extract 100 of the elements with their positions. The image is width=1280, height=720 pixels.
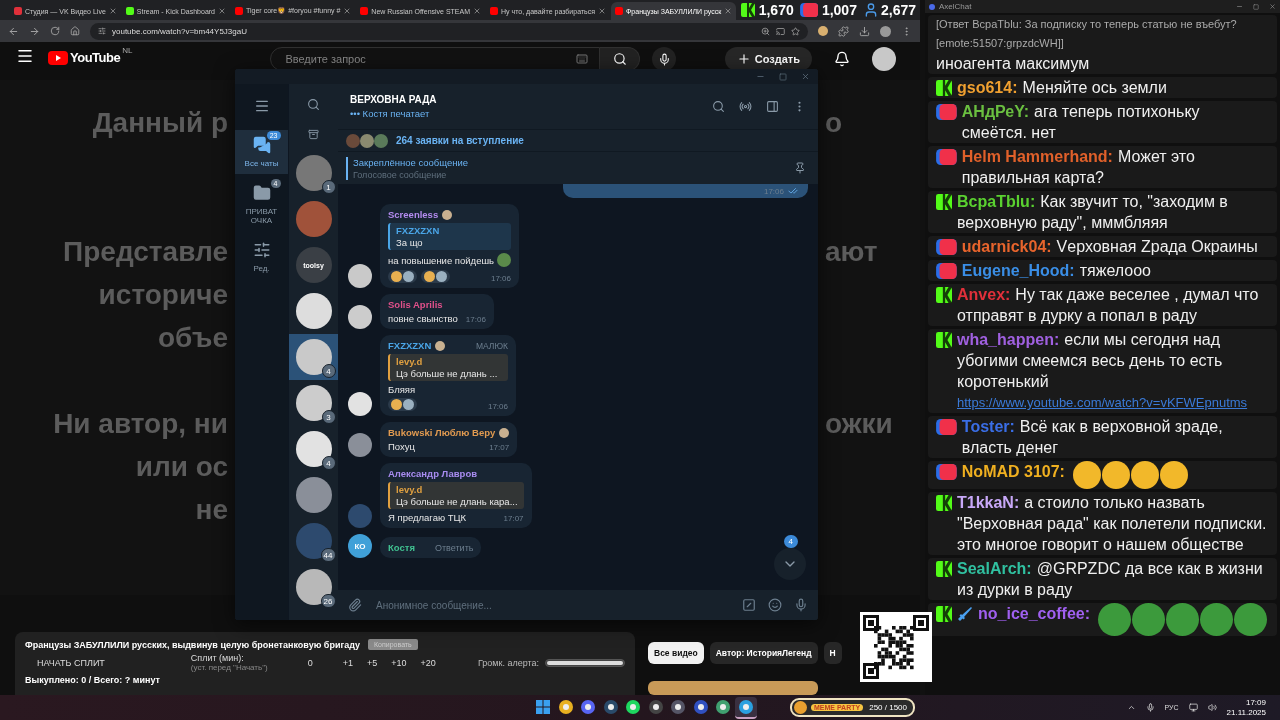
home-icon[interactable] (70, 26, 80, 36)
platform-logo-icon (740, 3, 755, 17)
unread-badge: 26 (320, 594, 336, 608)
download-icon[interactable] (859, 25, 870, 37)
filter-chip[interactable]: Автор: ИсторияЛегенд (709, 642, 818, 664)
site-settings-icon[interactable] (98, 27, 106, 35)
reaction-emoji-icon (391, 399, 402, 410)
close-icon[interactable] (473, 7, 482, 15)
reply-author: levy.d (396, 484, 424, 495)
menu-icon[interactable] (16, 47, 34, 65)
microphone-button[interactable] (652, 47, 677, 71)
attach-icon[interactable] (348, 598, 362, 612)
windows-icon (536, 699, 550, 714)
platform-logo-icon (936, 494, 952, 511)
pin-icon[interactable] (794, 162, 806, 174)
zoom-icon[interactable] (761, 26, 770, 36)
sender-name: Screenless (388, 209, 439, 220)
avatar-placeholder[interactable] (872, 47, 896, 71)
broadcast-icon[interactable] (739, 100, 752, 113)
chat-list-item[interactable]: 3 (288, 380, 339, 426)
live-badge-icon (936, 148, 957, 165)
cast-icon[interactable] (776, 26, 785, 36)
filter-chip[interactable]: Все видео (648, 642, 704, 664)
chat-title: ВЕРХОВНА РАДА (350, 94, 438, 105)
chat-list-item[interactable]: 1 (288, 150, 339, 196)
commands-icon[interactable] (742, 598, 756, 612)
chat-list-item[interactable]: 4 (288, 426, 339, 472)
chevron-up-icon[interactable] (1126, 703, 1136, 712)
side-panel-icon[interactable] (766, 100, 779, 113)
live-badge-icon (936, 262, 957, 279)
play-logo-icon[interactable] (48, 50, 68, 65)
taskbar-app-button[interactable] (734, 696, 757, 719)
reply-action[interactable]: Ответить (418, 542, 474, 553)
archive-icon[interactable] (308, 129, 319, 140)
chat-bubbles-icon (252, 136, 271, 154)
microphone-icon[interactable] (794, 598, 808, 612)
video-title: Французы ЗАБУЛЛИЛИ русских, выдвинув целую бронетанковую бригаду (25, 639, 361, 650)
platform-logo-icon (936, 193, 952, 210)
summary-text: Выкуплено: 0 / Всего: ? минут (25, 675, 161, 685)
clock-date[interactable]: 21.11.2025 (1226, 707, 1266, 718)
monitor-icon[interactable] (1188, 703, 1198, 712)
caption-text: Ни автор, ни (53, 407, 228, 441)
search-field[interactable]: Введите запрос (270, 47, 601, 71)
back-icon[interactable] (8, 25, 19, 37)
region-label: NL (122, 46, 133, 55)
message-time: 17:06 (487, 402, 508, 411)
folder-tab[interactable]: Ред. (235, 235, 288, 279)
profile-avatar[interactable] (880, 25, 891, 37)
menu-icon[interactable] (253, 98, 270, 114)
scroll-down-button[interactable] (774, 548, 806, 580)
minimize-icon[interactable] (1236, 3, 1243, 10)
step-button[interactable]: +20 (416, 655, 440, 670)
chat-list-item[interactable]: 44 (288, 518, 339, 564)
message-link[interactable]: https://www.youtube.com/watch?v=vKFWEpnutms (957, 392, 1248, 413)
close-icon[interactable] (218, 7, 226, 15)
chat-list-item[interactable]: 4 (288, 334, 339, 380)
join-requests-bar[interactable]: 264 заявки на вступление (338, 129, 818, 151)
close-icon[interactable] (343, 7, 352, 15)
microphone-icon[interactable] (1145, 703, 1155, 712)
address-field[interactable]: youtube.com/watch?v=bm44Y5J3gaU (90, 22, 808, 40)
clock-time[interactable]: 17:09 (1245, 697, 1266, 708)
close-icon[interactable] (724, 7, 733, 15)
message-text: иноагента максимум (936, 54, 1091, 74)
start-split-button[interactable]: НАЧАТЬ СПЛИТ (33, 655, 109, 670)
filter-chip[interactable]: Н (823, 642, 842, 664)
reaction-chip[interactable] (388, 270, 417, 283)
chat-list-item[interactable]: 26 (288, 564, 339, 610)
reload-icon[interactable] (50, 26, 60, 36)
app-icon (558, 699, 573, 714)
search-icon[interactable] (712, 100, 725, 113)
close-icon[interactable] (108, 7, 117, 15)
reply-text: Цэ больше не длань кара... (396, 496, 518, 507)
extensions-icon[interactable] (838, 25, 849, 37)
emoji-icon[interactable] (768, 598, 782, 612)
step-button[interactable]: +1 (338, 655, 357, 670)
step-button[interactable]: +5 (363, 655, 382, 670)
reaction-chip[interactable] (421, 270, 450, 283)
sender-name: Костя (388, 542, 415, 553)
extension-icon[interactable] (818, 26, 828, 36)
message-field[interactable]: Анонимное сообщение... (374, 598, 730, 612)
close-icon[interactable] (598, 7, 607, 15)
close-icon[interactable] (801, 72, 810, 81)
notifications-icon[interactable] (834, 51, 850, 67)
search-icon (612, 52, 627, 66)
search-button[interactable] (600, 47, 641, 71)
bookmark-star-icon[interactable] (791, 26, 800, 36)
reaction-chip[interactable] (388, 398, 417, 411)
message-text: Похуц (388, 441, 415, 452)
viewer-count: 1,007 (821, 2, 857, 18)
folder-icon (252, 184, 271, 202)
avatar-placeholder (348, 305, 372, 329)
create-button[interactable]: Создать (724, 47, 812, 71)
close-icon[interactable] (1269, 3, 1276, 10)
caption-text: Представле (63, 235, 228, 269)
logo-text[interactable]: YouTube (70, 50, 121, 65)
split-value: 0 (307, 657, 313, 668)
step-button[interactable]: +10 (387, 655, 411, 670)
forward-icon[interactable] (29, 25, 40, 37)
search-icon[interactable] (307, 98, 320, 111)
speaker-icon[interactable] (1207, 703, 1217, 712)
